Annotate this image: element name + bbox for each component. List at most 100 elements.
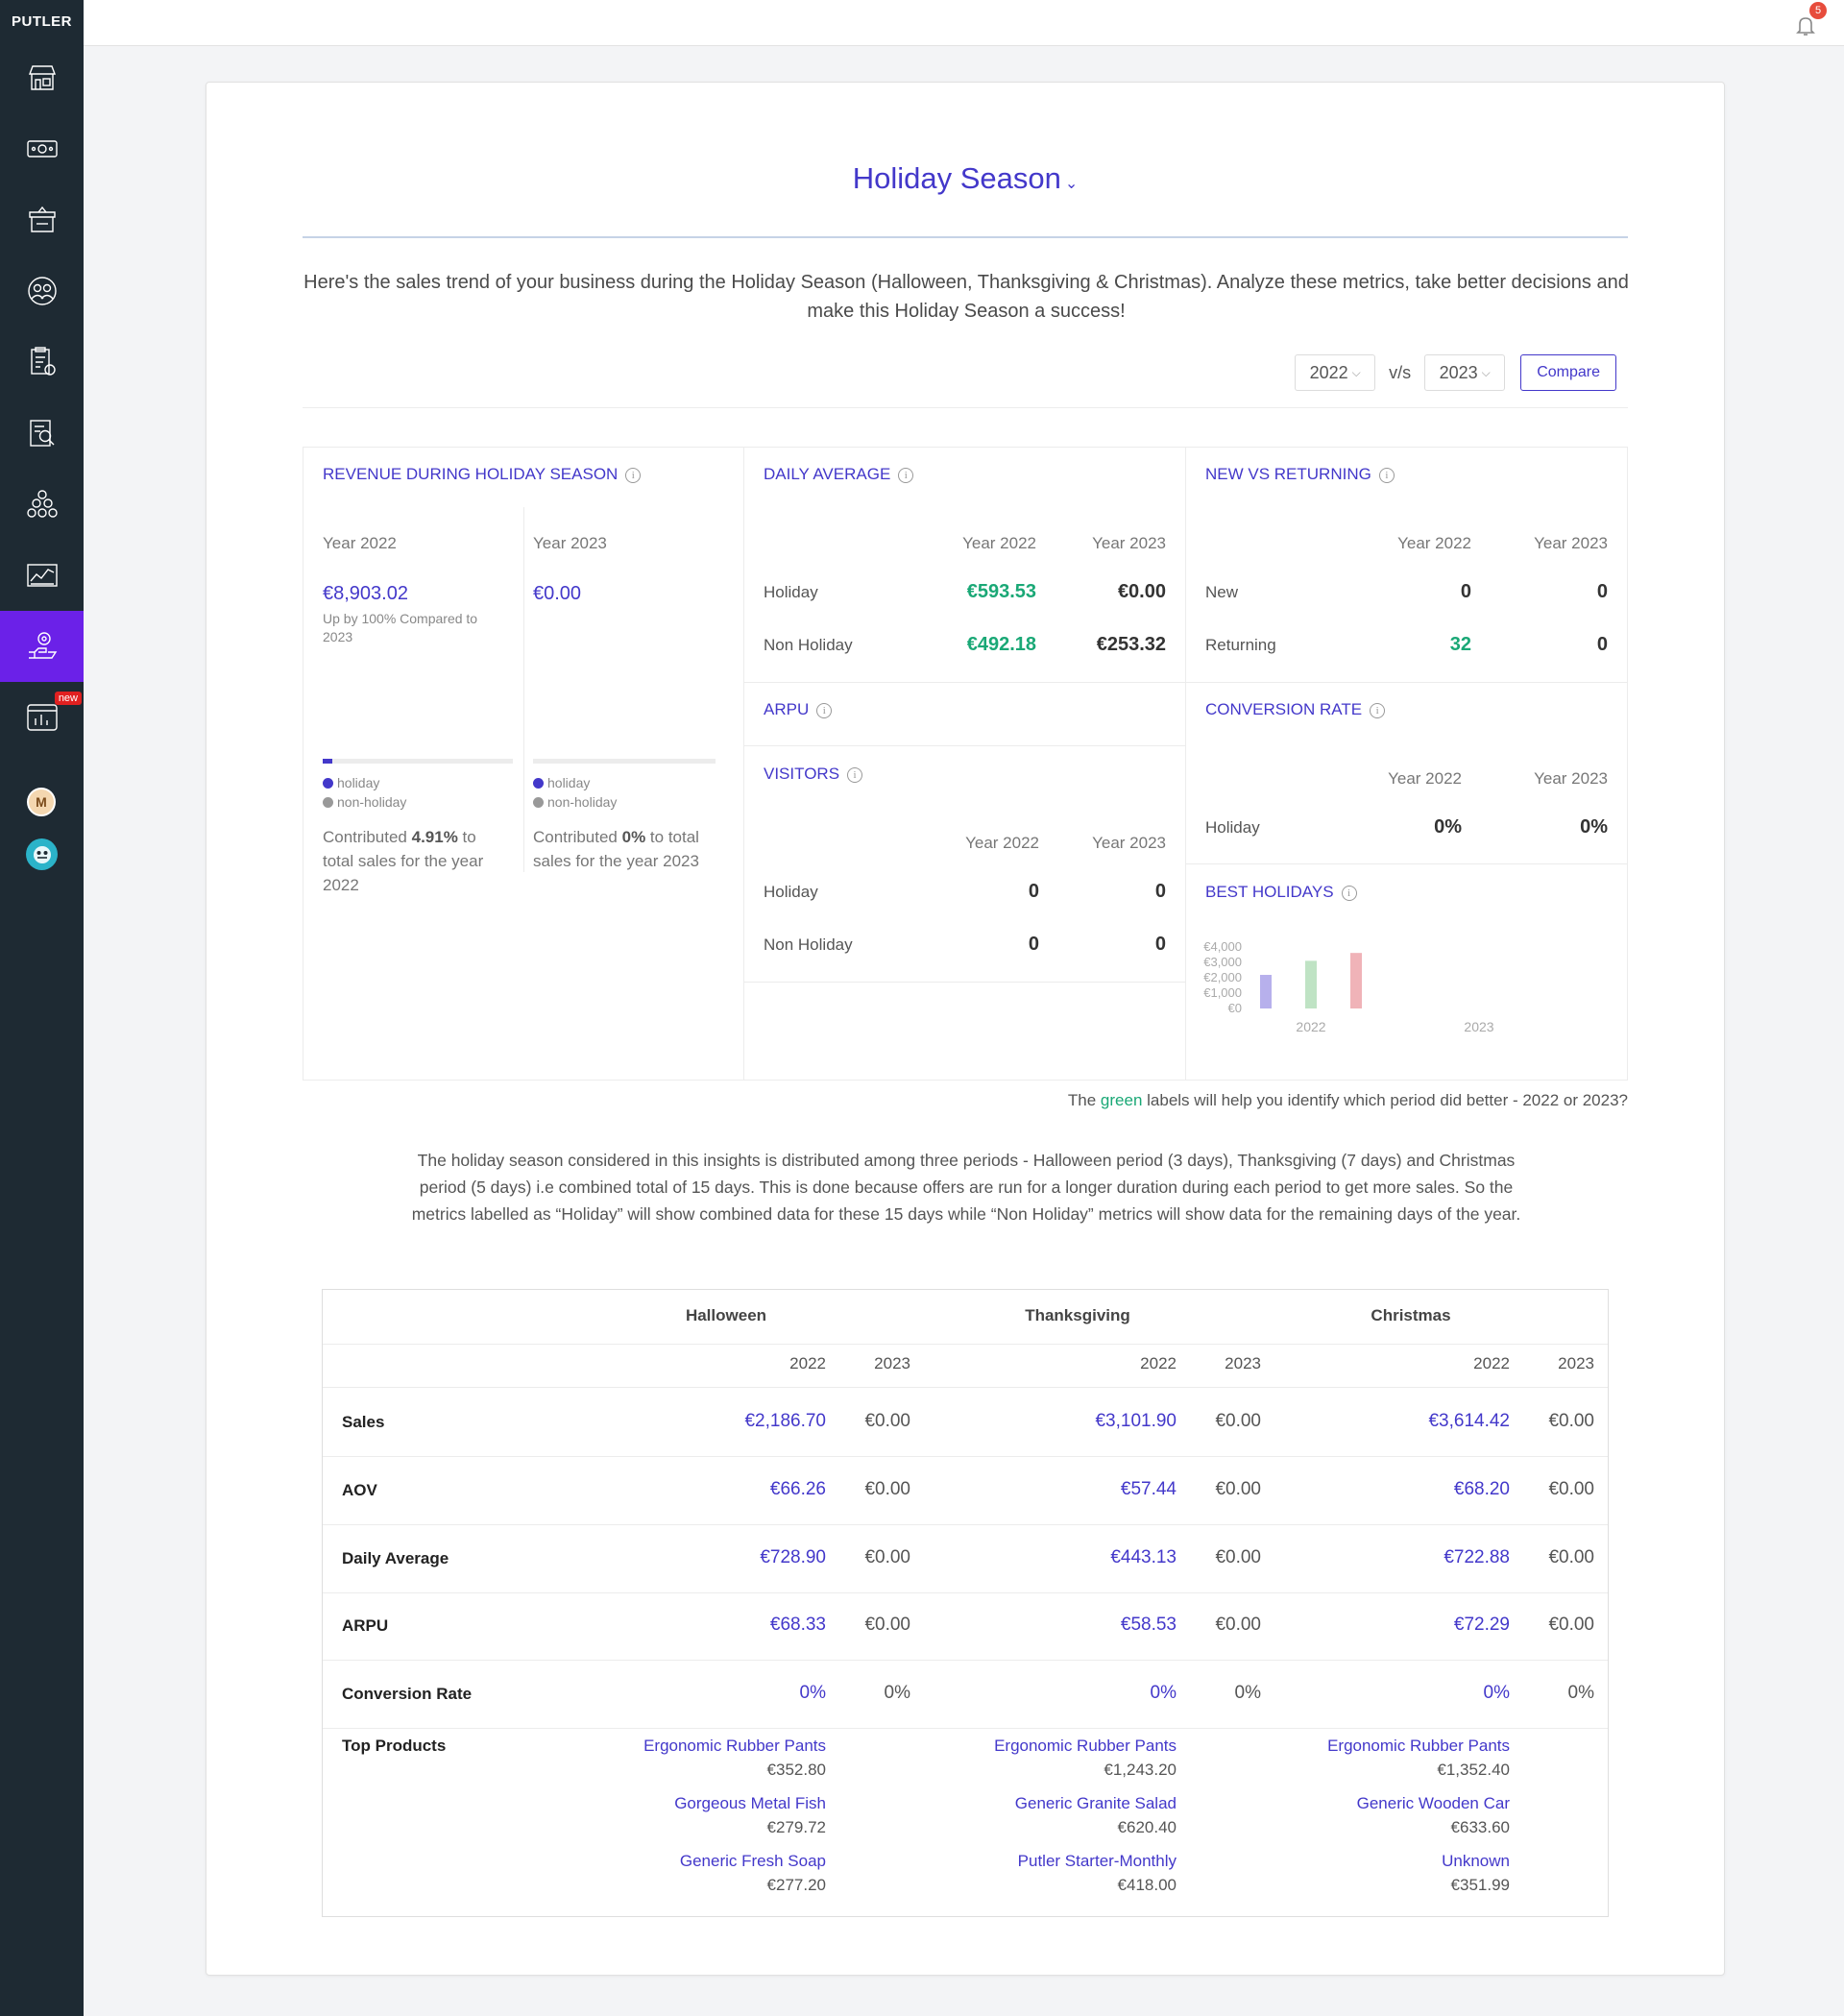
- info-icon[interactable]: i: [1370, 703, 1386, 718]
- sidebar-item-reports[interactable]: [0, 327, 84, 398]
- sidebar-item-audit[interactable]: [0, 398, 84, 469]
- visitors-row-label: Holiday: [764, 883, 818, 901]
- year-a-select[interactable]: 2022 ⌵: [1295, 354, 1376, 391]
- new-vs-returning-col2: Year 2023: [1534, 534, 1608, 552]
- info-icon[interactable]: i: [898, 468, 914, 483]
- top-product-name[interactable]: Generic Fresh Soap: [680, 1849, 826, 1873]
- chart-bar[interactable]: [1350, 953, 1362, 1008]
- sidebar-item-trends[interactable]: [0, 540, 84, 611]
- y-tick-label: €2,000: [1203, 970, 1242, 984]
- table-cell: €0.00: [864, 1547, 910, 1567]
- page-title[interactable]: Holiday Season ⌄: [206, 161, 1724, 196]
- daily-average-holiday-2023: €0.00: [1117, 581, 1166, 602]
- table-row-label: Daily Average: [342, 1549, 449, 1567]
- legend-nonholiday-label: non-holiday: [547, 794, 618, 810]
- daily-average-nonholiday-2023: €253.32: [1096, 634, 1166, 655]
- legend-dot-holiday: [323, 778, 333, 789]
- contribution-percent: 0%: [621, 828, 646, 846]
- daily-average-title-text: DAILY AVERAGE: [764, 465, 891, 483]
- table-year-halloween-2022: 2022: [789, 1354, 826, 1372]
- info-icon[interactable]: i: [816, 703, 833, 718]
- daily-average-nonholiday-2022: €492.18: [966, 634, 1036, 655]
- holiday-insights-card: Holiday Season ⌄ Here's the sales trend o…: [206, 82, 1725, 1976]
- revenue-year2-contribution: Contributed 0% to total sales for the ye…: [533, 825, 725, 873]
- info-icon[interactable]: i: [625, 468, 642, 483]
- legend-dot-nonholiday: [323, 797, 333, 808]
- sidebar-item-dashboard[interactable]: new: [0, 682, 84, 753]
- sidebar-item-store[interactable]: [0, 42, 84, 113]
- new-2022: 0: [1460, 581, 1471, 602]
- visitors-col1: Year 2022: [965, 834, 1039, 852]
- year-b-select[interactable]: 2023 ⌵: [1424, 354, 1506, 391]
- info-icon[interactable]: i: [847, 767, 863, 783]
- y-tick-label: €3,000: [1203, 955, 1242, 969]
- support-bot-icon[interactable]: [26, 838, 58, 870]
- info-icon[interactable]: i: [1341, 886, 1357, 901]
- top-product-item: Generic Fresh Soap €277.20: [680, 1849, 826, 1897]
- table-cell: €3,101.90: [1095, 1411, 1177, 1431]
- daily-average-col2: Year 2023: [1092, 534, 1166, 552]
- table-cell: €728.90: [760, 1547, 826, 1567]
- sidebar-item-products[interactable]: [0, 184, 84, 255]
- top-product-item: Unknown €351.99: [1442, 1849, 1510, 1897]
- daily-average-holiday-2022: €593.53: [966, 581, 1036, 602]
- top-product-name[interactable]: Generic Granite Salad: [1015, 1791, 1177, 1815]
- table-cell: €57.44: [1120, 1479, 1177, 1499]
- legend-holiday: holiday: [533, 773, 617, 792]
- green-label-note: The green labels will help you identify …: [1068, 1091, 1628, 1110]
- revenue-year2-label: Year 2023: [533, 534, 607, 552]
- new-vs-returning-row-label: Returning: [1205, 636, 1276, 654]
- divider: [1186, 682, 1627, 683]
- divider: [523, 507, 524, 872]
- revenue-year2-legend: holiday non-holiday: [533, 773, 617, 812]
- table-year-thanksgiving-2023: 2023: [1225, 1354, 1261, 1372]
- revenue-year1-contribution: Contributed 4.91% to total sales for the…: [323, 825, 505, 897]
- contribution-prefix: Contributed: [533, 828, 622, 846]
- compare-controls: 2022 ⌵ v/s 2023 ⌵ Compare: [1295, 354, 1616, 391]
- chart-bar[interactable]: [1305, 960, 1317, 1008]
- right-metrics-column: NEW VS RETURNING i Year 2022 Year 2023 Ne…: [1185, 447, 1628, 1081]
- top-product-item: Ergonomic Rubber Pants €1,243.20: [994, 1734, 1177, 1782]
- revenue-year1-progress-fill: [323, 759, 332, 764]
- insights-icon: [28, 632, 57, 659]
- top-product-value: €418.00: [1117, 1876, 1177, 1894]
- top-product-name[interactable]: Putler Starter-Monthly: [1018, 1849, 1177, 1873]
- top-product-name[interactable]: Gorgeous Metal Fish: [674, 1791, 826, 1815]
- user-avatar[interactable]: M: [27, 788, 56, 816]
- table-cell: €3,614.42: [1428, 1411, 1510, 1431]
- top-product-value: €1,243.20: [1104, 1761, 1177, 1779]
- revenue-year1-subtext: Up by 100% Compared to 2023: [323, 611, 478, 644]
- top-product-name[interactable]: Ergonomic Rubber Pants: [1327, 1734, 1510, 1758]
- top-product-value: €620.40: [1117, 1818, 1177, 1836]
- info-icon[interactable]: i: [1378, 468, 1395, 483]
- table-cell: €722.88: [1444, 1547, 1510, 1567]
- top-product-name[interactable]: Generic Wooden Car: [1357, 1791, 1510, 1815]
- new-vs-returning-title: NEW VS RETURNING i: [1205, 465, 1395, 484]
- top-product-value: €279.72: [766, 1818, 826, 1836]
- top-product-name[interactable]: Ergonomic Rubber Pants: [643, 1734, 826, 1758]
- top-product-item: Generic Wooden Car €633.60: [1357, 1791, 1510, 1839]
- top-product-name[interactable]: Ergonomic Rubber Pants: [994, 1734, 1177, 1758]
- conversion-rate-title: CONVERSION RATE i: [1205, 700, 1386, 719]
- divider: [323, 1344, 1608, 1345]
- brand-logo: PUTLER: [12, 13, 72, 30]
- new-vs-returning-col1: Year 2022: [1397, 534, 1471, 552]
- table-group-halloween: Halloween: [685, 1306, 767, 1324]
- sidebar-item-subscriptions[interactable]: [0, 469, 84, 540]
- sidebar-item-insights[interactable]: [0, 611, 84, 682]
- table-year-christmas-2023: 2023: [1558, 1354, 1594, 1372]
- visitors-holiday-2022: 0: [1028, 881, 1039, 902]
- sidebar-item-customers[interactable]: [0, 255, 84, 327]
- table-group-christmas: Christmas: [1371, 1306, 1451, 1324]
- sidebar-item-sales[interactable]: [0, 113, 84, 184]
- table-row-label: ARPU: [342, 1616, 389, 1635]
- legend-nonholiday: non-holiday: [533, 792, 617, 812]
- chart-bar[interactable]: [1260, 975, 1272, 1008]
- daily-average-col1: Year 2022: [962, 534, 1036, 552]
- divider: [303, 407, 1628, 408]
- top-product-name[interactable]: Unknown: [1442, 1849, 1510, 1873]
- legend-holiday-label: holiday: [337, 775, 380, 790]
- compare-button[interactable]: Compare: [1520, 354, 1616, 391]
- table-cell: €0.00: [1215, 1479, 1261, 1499]
- title-divider: [303, 236, 1628, 238]
